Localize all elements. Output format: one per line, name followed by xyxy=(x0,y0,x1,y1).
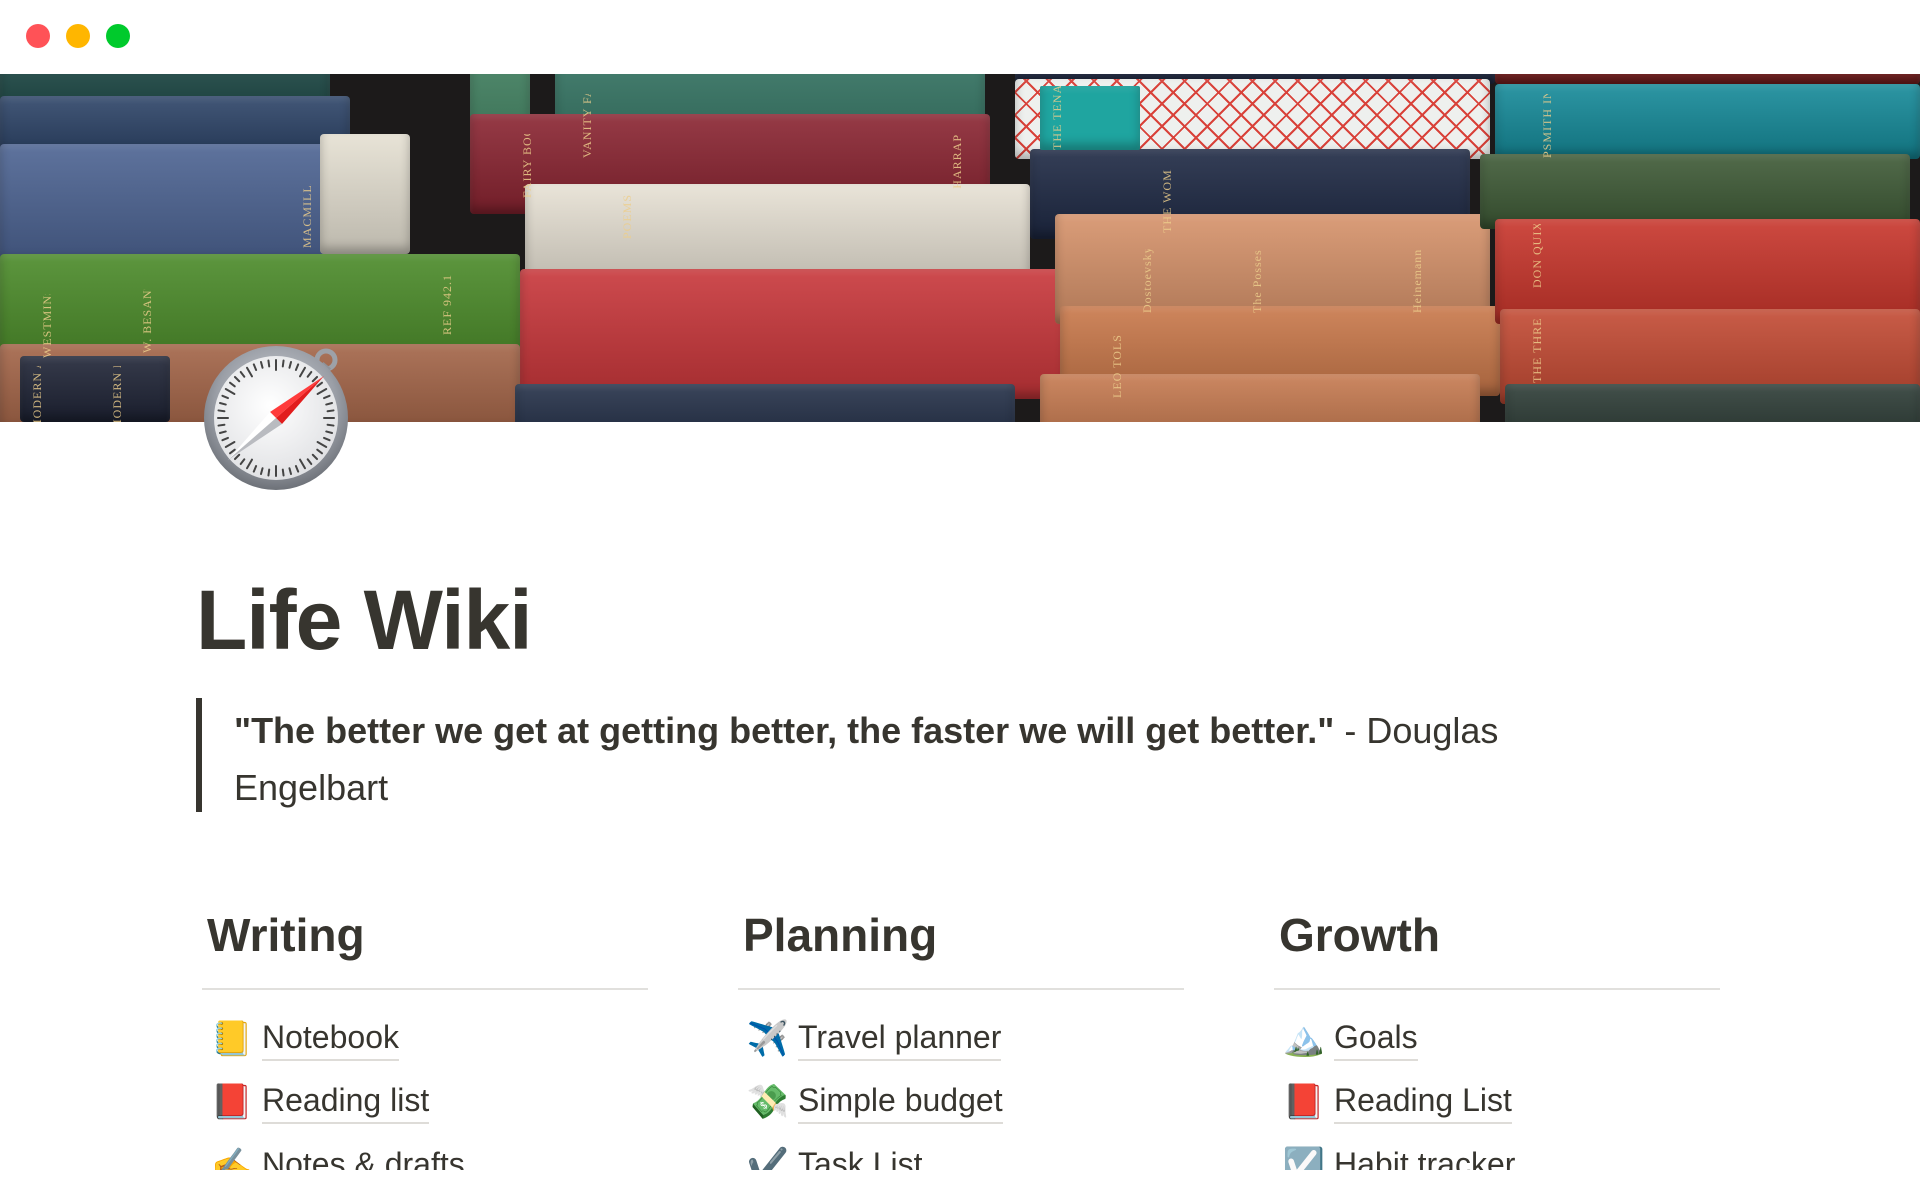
book-spine xyxy=(1040,374,1480,422)
red-book-icon: 📕 xyxy=(210,1083,254,1122)
viewport-bottom-edge xyxy=(0,1170,1920,1200)
book-spine-title: LEO TOLSTOY xyxy=(1110,334,1124,398)
column-planning: Planning ✈️ Travel planner 💸 Simple budg… xyxy=(738,900,1184,1198)
page-link-notebook[interactable]: 📒 Notebook xyxy=(202,1007,648,1071)
book-spine-title: REF 942.1 xyxy=(440,274,454,336)
page-link-label[interactable]: Notebook xyxy=(262,1017,399,1061)
page-link-simple-budget[interactable]: 💸 Simple budget xyxy=(738,1071,1184,1135)
notion-page-window: MACMILLAN W. BESANT REF 942.1 WESTMINSTER VA… xyxy=(0,0,1920,1200)
book-spine-title: W. BESANT xyxy=(140,289,154,353)
page-link-travel-planner[interactable]: ✈️ Travel planner xyxy=(738,1007,1184,1071)
link-list: 📒 Notebook 📕 Reading list ✍️ Notes & dra… xyxy=(202,1007,648,1198)
book-spine-title: The Possessed xyxy=(1250,249,1264,313)
compass-icon[interactable] xyxy=(200,338,356,494)
quote-text: "The better we get at getting better, th… xyxy=(234,710,1335,751)
compass-tick xyxy=(326,409,335,413)
book-spine-title: MACMILLAN xyxy=(300,184,314,248)
book-spine-title: Dostoevsky xyxy=(1140,249,1154,313)
compass-tick xyxy=(281,359,285,368)
page-link-label[interactable]: Travel planner xyxy=(798,1017,1002,1061)
book-spine-title: MODERN BRITISH POETRY xyxy=(110,366,125,422)
book-spine xyxy=(1505,384,1920,422)
book-spine-title: WESTMINSTER xyxy=(40,294,54,358)
page-title[interactable]: Life Wiki xyxy=(196,570,533,670)
page-link-label[interactable]: Reading list xyxy=(262,1080,430,1125)
compass-tick xyxy=(217,409,226,413)
link-list: ✈️ Travel planner 💸 Simple budget ✔️ Tas… xyxy=(738,1007,1184,1198)
book-spine xyxy=(320,134,410,254)
page-link-reading-list-growth[interactable]: 📕 Reading List xyxy=(1274,1071,1720,1135)
page-link-label[interactable]: Reading List xyxy=(1334,1080,1512,1125)
airplane-icon: ✈️ xyxy=(746,1019,790,1058)
compass-tick xyxy=(267,468,271,477)
page-link-label[interactable]: Goals xyxy=(1334,1017,1418,1061)
book-spine xyxy=(0,144,330,264)
divider xyxy=(1274,988,1720,990)
book-spine-title: FAIRY BOOK xyxy=(520,134,534,198)
column-heading: Writing xyxy=(207,909,365,961)
book-spine-title: THE TENANT OF WILDFELL HALL xyxy=(1050,86,1065,150)
book-spine xyxy=(1495,84,1920,159)
divider xyxy=(202,988,648,990)
link-list: 🏔️ Goals 📕 Reading List ☑️ Habit tracker xyxy=(1274,1007,1720,1198)
red-book-icon: 📕 xyxy=(1282,1083,1326,1122)
column-heading: Planning xyxy=(743,909,938,961)
minimize-window-button[interactable] xyxy=(66,24,90,48)
page-link-goals[interactable]: 🏔️ Goals xyxy=(1274,1007,1720,1071)
book-spine xyxy=(515,384,1015,422)
book-spine-title: POEMS xyxy=(620,194,634,240)
divider xyxy=(738,988,1184,990)
notebook-icon: 📒 xyxy=(210,1019,254,1058)
compass-tick xyxy=(281,468,285,477)
book-spine-title: THE THREE MUSKETEERS xyxy=(1530,319,1545,383)
book-spine-title: Heinemann xyxy=(1410,249,1424,313)
maximize-window-button[interactable] xyxy=(106,24,130,48)
book-spine-title: HARRAP xyxy=(950,134,964,189)
book-spine-title: MODERN AMERICAN POETRY xyxy=(30,366,45,422)
book-spine xyxy=(1495,74,1920,84)
compass-tick xyxy=(267,359,271,368)
compass-tick xyxy=(326,423,335,427)
book-spine-title: VANITY FAIR xyxy=(580,94,594,158)
compass-tick xyxy=(217,423,226,427)
page-link-label[interactable]: Simple budget xyxy=(798,1080,1003,1125)
mountain-icon: 🏔️ xyxy=(1282,1019,1326,1058)
book-spine-title: DON QUIXOTE xyxy=(1530,224,1544,288)
book-spine xyxy=(520,269,1065,399)
book-spine-title: THE WOMAN IN WHITE xyxy=(1160,169,1175,233)
column-heading: Growth xyxy=(1279,909,1440,961)
book-spine xyxy=(1480,154,1910,229)
title-bar xyxy=(0,0,1920,74)
column-growth: Growth 🏔️ Goals 📕 Reading List ☑️ Habit … xyxy=(1274,900,1720,1198)
money-with-wings-icon: 💸 xyxy=(746,1083,790,1122)
quote-block[interactable]: "The better we get at getting better, th… xyxy=(196,698,1596,812)
close-window-button[interactable] xyxy=(26,24,50,48)
page-link-reading-list[interactable]: 📕 Reading list xyxy=(202,1071,648,1135)
book-spine-title: PSMITH IN THE CITY xyxy=(1540,94,1555,158)
compass-icon-graphic xyxy=(204,346,348,490)
column-writing: Writing 📒 Notebook 📕 Reading list ✍️ Not… xyxy=(202,900,648,1198)
